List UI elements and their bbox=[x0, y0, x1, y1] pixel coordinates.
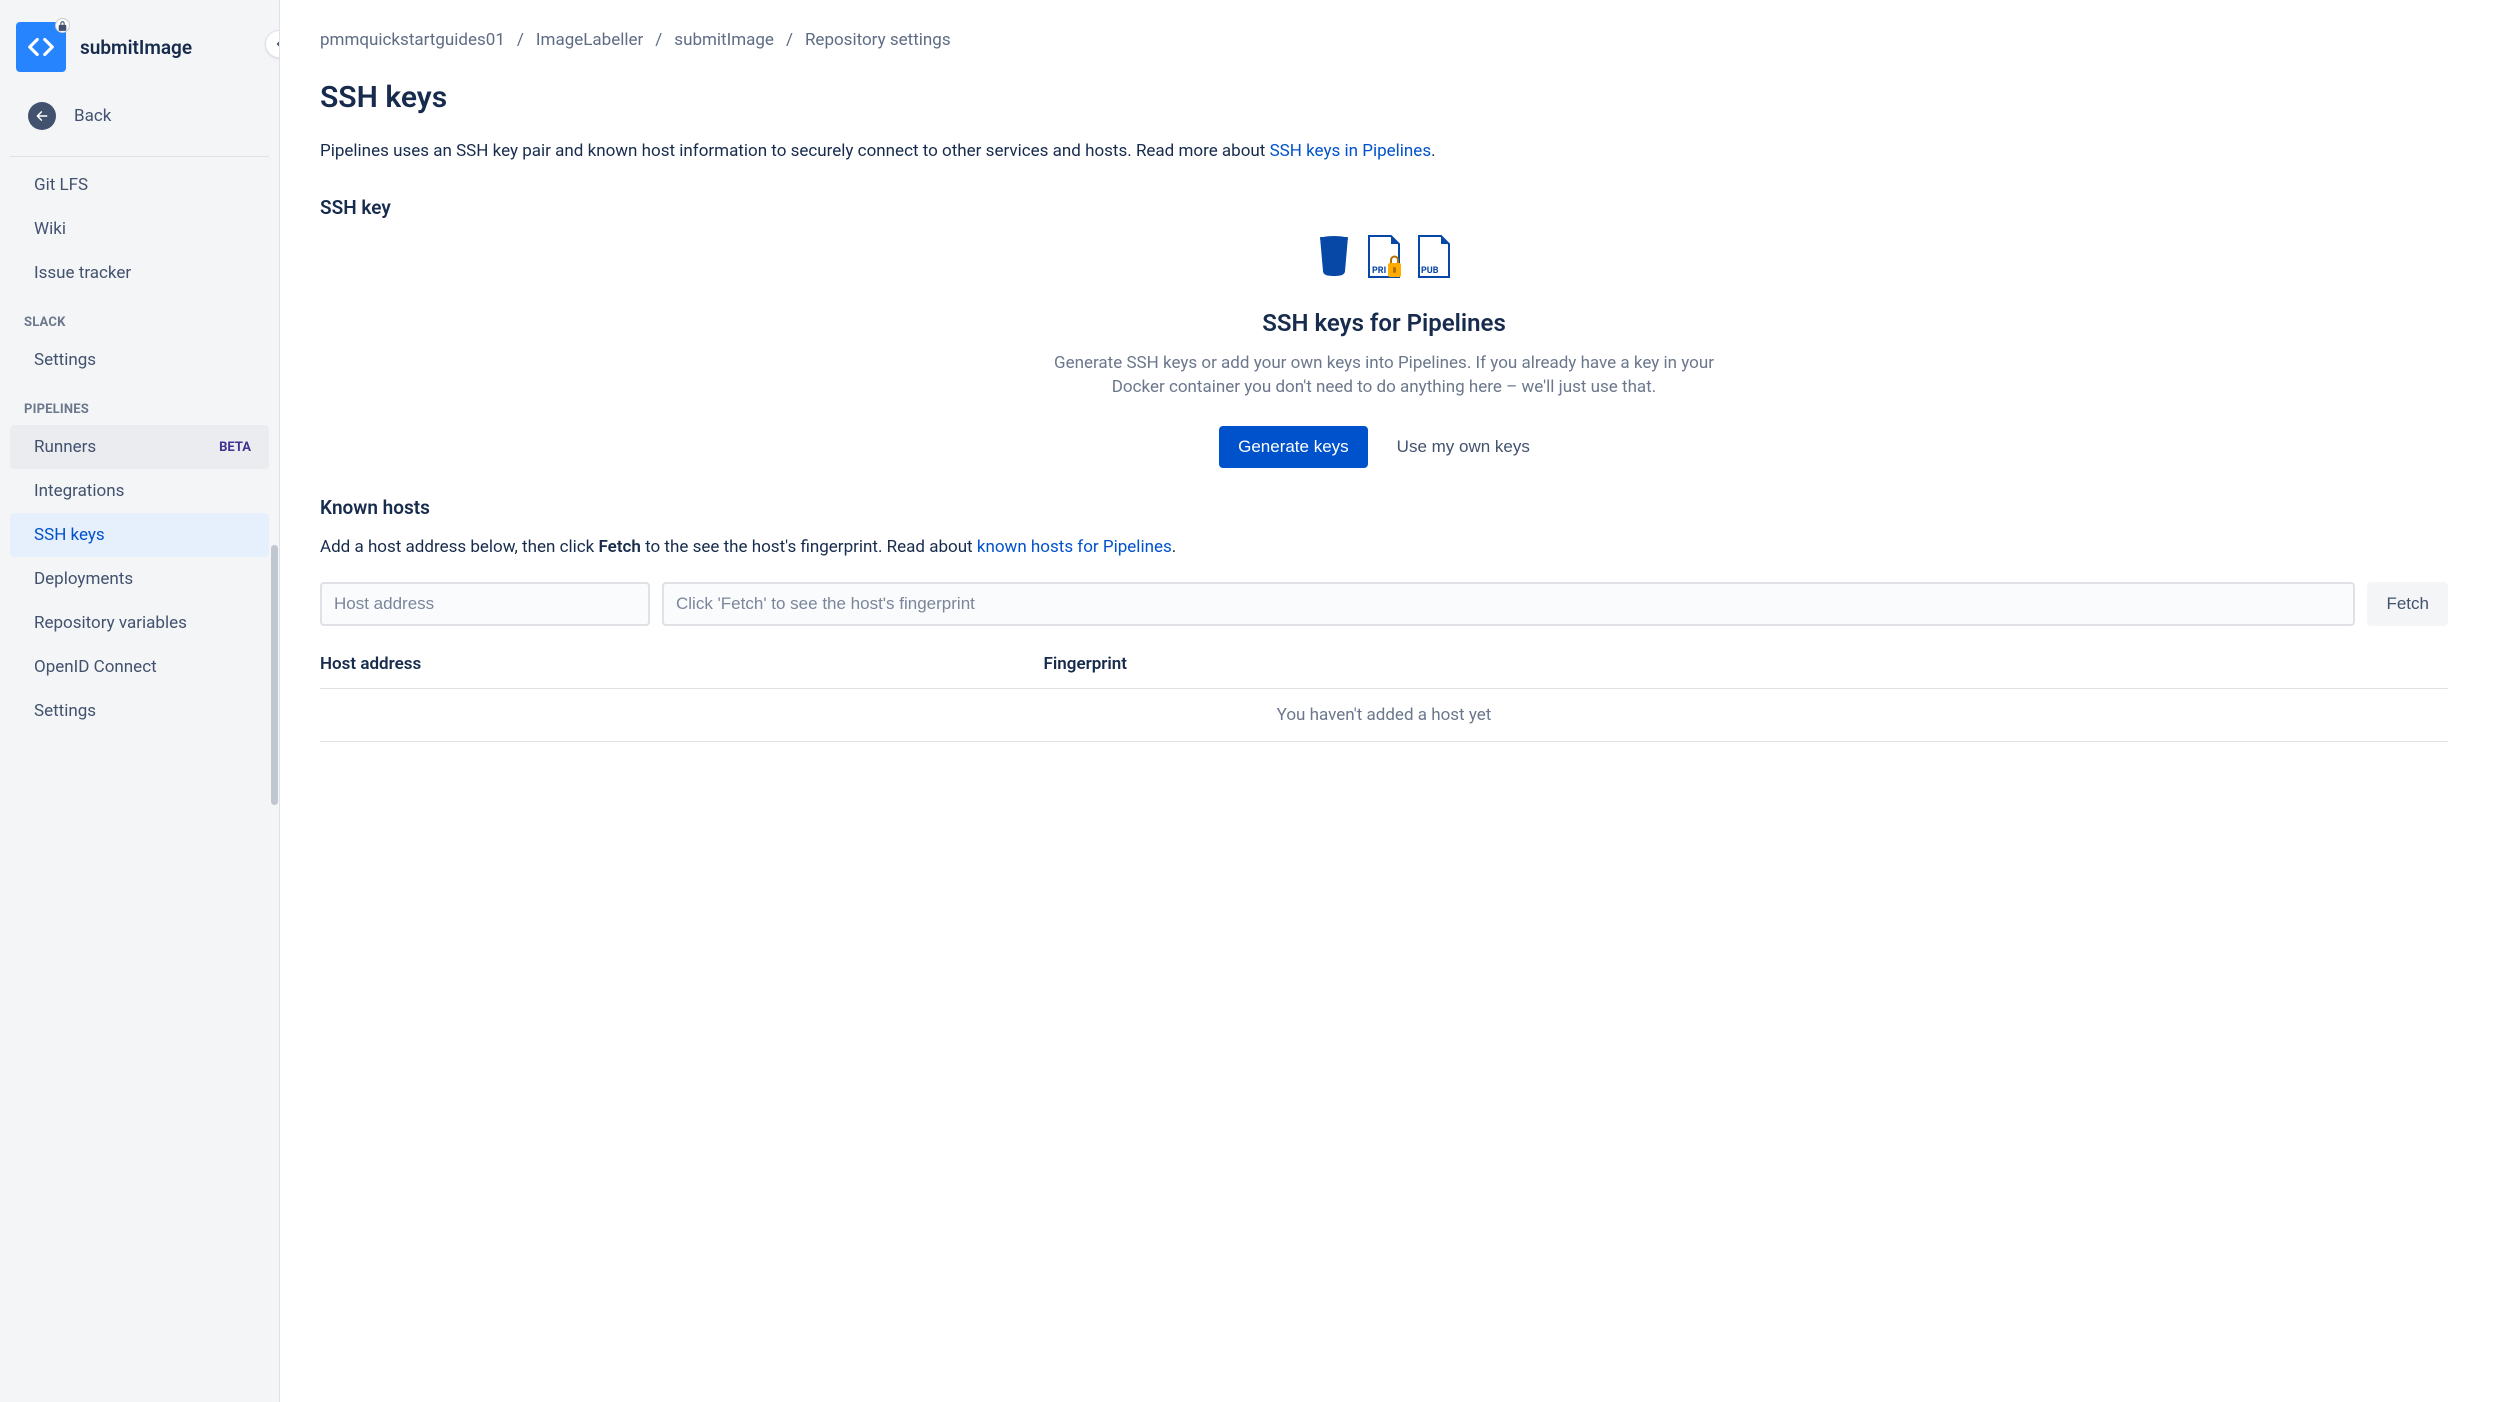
sidebar: submitImage Back Git LFS Wiki Issue trac… bbox=[0, 0, 280, 1402]
beta-badge: BETA bbox=[219, 440, 251, 455]
section-heading-slack: SLACK bbox=[0, 295, 279, 338]
sidebar-item-deployments[interactable]: Deployments bbox=[10, 557, 269, 601]
breadcrumb: pmmquickstartguides01/ ImageLabeller/ su… bbox=[320, 24, 2448, 80]
known-hosts-table: Host address Fingerprint You haven't add… bbox=[320, 654, 2448, 742]
sidebar-item-runners[interactable]: Runners BETA bbox=[10, 425, 269, 469]
page-title: SSH keys bbox=[320, 80, 2448, 115]
sidebar-item-issue-tracker[interactable]: Issue tracker bbox=[10, 251, 269, 295]
generate-keys-button[interactable]: Generate keys bbox=[1219, 426, 1368, 468]
lock-icon bbox=[55, 18, 70, 33]
known-hosts-input-row: Fetch bbox=[320, 582, 2448, 626]
ssh-key-section-heading: SSH key bbox=[320, 196, 2448, 219]
back-label: Back bbox=[74, 106, 111, 126]
hero-title: SSH keys for Pipelines bbox=[1044, 309, 1724, 337]
sidebar-item-openid-connect[interactable]: OpenID Connect bbox=[10, 645, 269, 689]
empty-hosts-message: You haven't added a host yet bbox=[320, 689, 2448, 741]
ssh-key-hero: PRI PUB SSH keys for Pipelines Generate … bbox=[1044, 235, 1724, 468]
svg-text:PRI: PRI bbox=[1372, 266, 1386, 276]
repo-header: submitImage bbox=[0, 12, 279, 86]
sidebar-item-git-lfs[interactable]: Git LFS bbox=[10, 163, 269, 207]
repo-title[interactable]: submitImage bbox=[80, 36, 192, 59]
th-fingerprint: Fingerprint bbox=[1044, 654, 2448, 688]
known-hosts-docs-link[interactable]: known hosts for Pipelines bbox=[977, 537, 1172, 557]
public-key-file-icon: PUB bbox=[1416, 235, 1452, 283]
sidebar-item-integrations[interactable]: Integrations bbox=[10, 469, 269, 513]
private-key-file-icon: PRI bbox=[1366, 235, 1402, 283]
section-heading-pipelines: PIPELINES bbox=[0, 382, 279, 425]
known-hosts-description: Add a host address below, then click Fet… bbox=[320, 535, 2448, 560]
fingerprint-input[interactable] bbox=[662, 582, 2355, 626]
th-host-address: Host address bbox=[320, 654, 1044, 688]
repo-icon bbox=[16, 22, 66, 72]
svg-text:PUB: PUB bbox=[1421, 266, 1439, 276]
bucket-icon bbox=[1316, 235, 1352, 283]
back-arrow-icon bbox=[28, 102, 56, 130]
sidebar-item-pipelines-settings[interactable]: Settings bbox=[10, 689, 269, 733]
breadcrumb-org[interactable]: pmmquickstartguides01 bbox=[320, 30, 505, 50]
scrollbar[interactable] bbox=[271, 545, 278, 805]
intro-text: Pipelines uses an SSH key pair and known… bbox=[320, 139, 2448, 164]
divider bbox=[10, 156, 269, 157]
ssh-keys-docs-link[interactable]: SSH keys in Pipelines bbox=[1270, 141, 1432, 161]
sidebar-item-slack-settings[interactable]: Settings bbox=[10, 338, 269, 382]
breadcrumb-project[interactable]: ImageLabeller bbox=[536, 30, 643, 50]
sidebar-item-ssh-keys[interactable]: SSH keys bbox=[10, 513, 269, 557]
main-content: pmmquickstartguides01/ ImageLabeller/ su… bbox=[280, 0, 2508, 1402]
fetch-button[interactable]: Fetch bbox=[2367, 582, 2448, 626]
use-my-own-keys-button[interactable]: Use my own keys bbox=[1378, 426, 1549, 468]
breadcrumb-settings[interactable]: Repository settings bbox=[805, 30, 951, 50]
known-hosts-section-heading: Known hosts bbox=[320, 496, 2448, 519]
hero-description: Generate SSH keys or add your own keys i… bbox=[1044, 351, 1724, 400]
back-button[interactable]: Back bbox=[0, 86, 279, 148]
host-address-input[interactable] bbox=[320, 582, 650, 626]
breadcrumb-repo[interactable]: submitImage bbox=[674, 30, 774, 50]
sidebar-item-repository-variables[interactable]: Repository variables bbox=[10, 601, 269, 645]
sidebar-item-wiki[interactable]: Wiki bbox=[10, 207, 269, 251]
hero-icons: PRI PUB bbox=[1044, 235, 1724, 283]
chevron-left-icon bbox=[273, 38, 280, 50]
